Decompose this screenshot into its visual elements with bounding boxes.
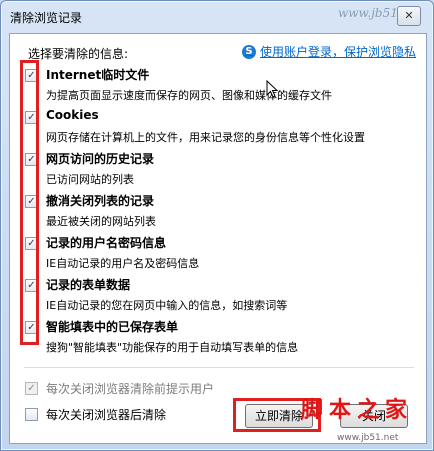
clear-history-dialog: 清除浏览记录 www.jb51.net ✕ 选择要清除的信息: S 使用账户登录… <box>0 0 434 451</box>
watermark-url: www.jb51.net <box>337 433 399 443</box>
sogou-icon: S <box>242 44 256 59</box>
dialog-body: 选择要清除的信息: S 使用账户登录，保护浏览隐私 ✓ Internet临时文件… <box>9 33 427 444</box>
item-title: 撤消关闭列表的记录 <box>46 194 155 208</box>
option-label: 每次关闭浏览器后清除 <box>46 408 167 422</box>
item-title: 网页访问的历史记录 <box>46 152 155 166</box>
item-description: 网页存储在计算机上的文件，用来记录您的身份信息等个性化设置 <box>46 131 365 144</box>
checkbox-icon[interactable] <box>25 408 38 421</box>
item-description: 已访问网站的列表 <box>46 173 134 186</box>
divider <box>24 367 414 368</box>
dialog-title: 清除浏览记录 <box>10 11 83 25</box>
watermark-logo: 脚本之家 <box>301 397 414 423</box>
checkbox-highlight-box <box>20 60 39 345</box>
close-window-button[interactable]: ✕ <box>397 6 421 26</box>
item-description: IE自动记录的您在网页中输入的信息，如搜索词等 <box>46 299 288 312</box>
item-description: 最近被关闭的网站列表 <box>46 215 156 228</box>
item-description: 搜狗"智能填表"功能保存的用于自动填写表单的信息 <box>46 341 299 354</box>
checkbox-icon: ✓ <box>25 382 38 395</box>
item-title: Internet临时文件 <box>46 68 150 82</box>
item-description: IE自动记录的用户名及密码信息 <box>46 257 200 270</box>
item-title: 智能填表中的已保存表单 <box>46 320 179 334</box>
select-prompt: 选择要清除的信息: <box>28 47 129 61</box>
item-title: 记录的用户名密码信息 <box>46 236 167 250</box>
privacy-link-text: 使用账户登录，保护浏览隐私 <box>260 45 417 59</box>
item-title: Cookies <box>46 108 99 122</box>
item-description: 为提高页面显示速度而保存的网页、图像和媒体的缓存文件 <box>46 89 332 102</box>
mouse-cursor-icon <box>266 80 278 98</box>
title-bar[interactable]: 清除浏览记录 www.jb51.net ✕ <box>1 1 433 33</box>
option-label: 每次关闭浏览器清除前提示用户 <box>46 382 215 396</box>
item-title: 记录的表单数据 <box>46 278 131 292</box>
privacy-login-link[interactable]: S 使用账户登录，保护浏览隐私 <box>242 43 416 60</box>
